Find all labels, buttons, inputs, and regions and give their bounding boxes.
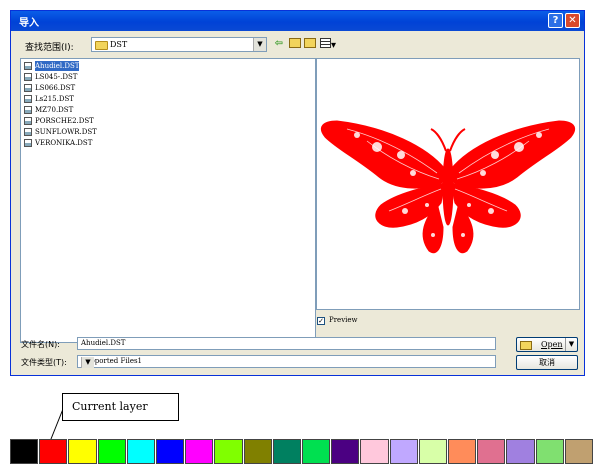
color-swatch[interactable] — [448, 439, 477, 464]
preview-label: Preview — [329, 316, 358, 324]
file-name: Ls215.DST — [35, 95, 74, 103]
color-swatch[interactable] — [389, 439, 418, 464]
color-swatch[interactable] — [564, 439, 593, 464]
color-swatch[interactable] — [214, 439, 243, 464]
file-name: LS066.DST — [35, 84, 76, 92]
file-name-value: Ahudiel.DST — [81, 339, 126, 347]
color-swatch[interactable] — [506, 439, 535, 464]
current-layer-swatch[interactable] — [39, 439, 68, 464]
file-icon — [24, 106, 32, 114]
dialog-title: 导入 — [19, 18, 39, 29]
folder-icon — [95, 41, 108, 50]
file-icon — [24, 95, 32, 103]
look-in-select[interactable]: DST ▼ — [91, 37, 267, 52]
file-icon — [24, 84, 32, 92]
color-swatch[interactable] — [185, 439, 214, 464]
file-name: LS045-.DST — [35, 73, 78, 81]
file-icon — [24, 117, 32, 125]
color-swatch[interactable] — [126, 439, 155, 464]
color-swatch[interactable] — [68, 439, 97, 464]
file-name-input[interactable]: Ahudiel.DST — [77, 337, 496, 350]
color-swatch[interactable] — [535, 439, 564, 464]
color-swatch[interactable] — [418, 439, 447, 464]
color-swatch[interactable] — [97, 439, 126, 464]
file-list[interactable]: Ahudiel.DST LS045-.DST LS066.DST Ls215.D… — [20, 58, 316, 343]
chevron-down-icon[interactable]: ▼ — [565, 338, 577, 351]
color-swatch[interactable] — [360, 439, 389, 464]
look-in-label: 查找范围(I): — [25, 43, 74, 53]
file-icon — [24, 73, 32, 81]
open-button-label: Open — [541, 340, 563, 349]
new-folder-icon[interactable] — [304, 38, 316, 50]
callout-text: Current layer — [72, 400, 148, 413]
open-button[interactable]: Open ▼ — [516, 337, 578, 352]
color-swatch[interactable] — [477, 439, 506, 464]
preview-checkbox[interactable]: ✓ — [317, 317, 325, 325]
file-name: MZ70.DST — [35, 106, 74, 114]
close-button[interactable]: ✕ — [565, 13, 580, 28]
back-arrow-icon[interactable]: ⇦ — [273, 38, 285, 50]
preview-pane — [316, 58, 580, 310]
current-layer-callout: Current layer — [62, 393, 179, 421]
chevron-down-icon[interactable]: ▼ — [253, 38, 266, 51]
file-name: VERONIKA.DST — [35, 139, 93, 147]
color-swatch[interactable] — [331, 439, 360, 464]
file-name: PORSCHE2.DST — [35, 117, 94, 125]
file-name: SUNFLOWR.DST — [35, 128, 97, 136]
file-name: Ahudiel.DST — [35, 61, 80, 71]
file-name-label: 文件名(N): — [21, 340, 60, 349]
import-dialog: 导入 ? ✕ 查找范围(I): DST ▼ ⇦ ▾ Ahudiel.DST LS… — [10, 10, 585, 376]
title-bar[interactable]: 导入 ? ✕ — [11, 11, 584, 31]
color-swatch[interactable] — [156, 439, 185, 464]
color-swatch[interactable] — [10, 439, 39, 464]
color-swatch[interactable] — [272, 439, 301, 464]
file-icon — [24, 128, 32, 136]
look-in-value: DST — [110, 40, 128, 49]
view-menu-icon[interactable]: ▾ — [319, 38, 337, 51]
color-swatch[interactable] — [302, 439, 331, 464]
cancel-button[interactable]: 取消 — [516, 355, 578, 370]
color-palette — [10, 439, 594, 464]
help-button[interactable]: ? — [548, 13, 563, 28]
chevron-down-icon[interactable]: ▼ — [81, 357, 94, 368]
file-icon — [24, 139, 32, 147]
file-type-select[interactable]: Supported Files1 ▼ — [77, 355, 496, 368]
up-folder-icon[interactable] — [289, 38, 301, 50]
butterfly-embroidery-preview — [321, 120, 575, 254]
open-folder-icon — [520, 341, 532, 350]
file-type-label: 文件类型(T): — [21, 358, 67, 367]
file-icon — [24, 62, 32, 70]
color-swatch[interactable] — [243, 439, 272, 464]
